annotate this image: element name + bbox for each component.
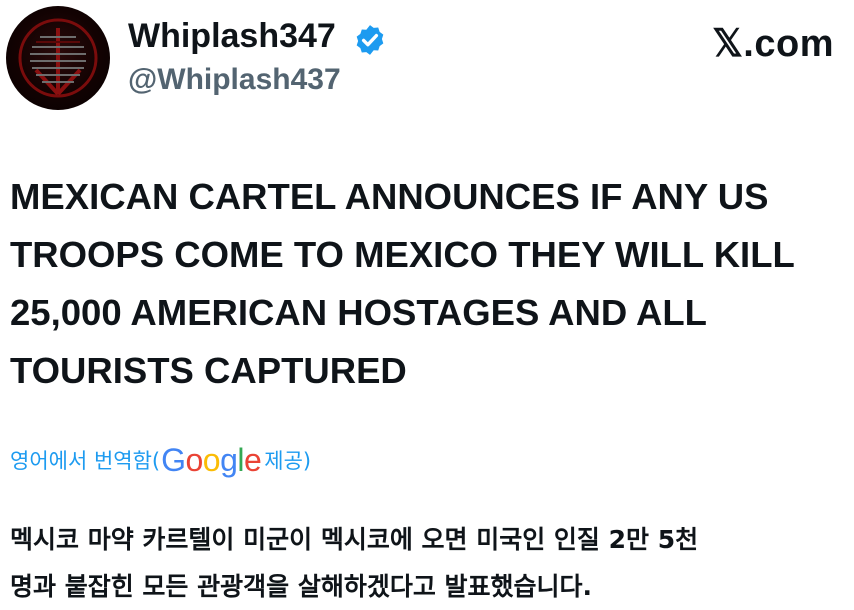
tweet-text: MEXICAN CARTEL ANNOUNCES IF ANY US TROOP… bbox=[10, 176, 795, 391]
display-name[interactable]: Whiplash347 bbox=[128, 14, 336, 58]
avatar[interactable] bbox=[6, 6, 110, 110]
tweet-card: Whiplash347 @Whiplash437 𝕏.com MEXICAN C… bbox=[0, 0, 854, 605]
google-logo-letter: G bbox=[161, 441, 186, 478]
google-logo-letter: o bbox=[202, 441, 221, 478]
x-logo: 𝕏.com bbox=[712, 23, 834, 65]
translated-tweet-text: 멕시코 마약 카르텔이 미군이 멕시코에 오면 미국인 인질 2만 5천 명과 … bbox=[10, 525, 699, 601]
google-logo-letter: l bbox=[237, 441, 244, 478]
translate-label-suffix: 제공) bbox=[264, 449, 312, 473]
verified-badge-icon bbox=[356, 25, 384, 55]
google-logo-letter: o bbox=[185, 441, 204, 478]
avatar-image bbox=[18, 18, 98, 98]
google-logo-letter: g bbox=[220, 441, 238, 478]
translated-from-link[interactable]: 영어에서 번역함( Google 제공) bbox=[10, 438, 311, 482]
google-logo: Google bbox=[161, 441, 262, 479]
translate-label-prefix: 영어에서 번역함( bbox=[10, 449, 161, 473]
user-handle[interactable]: @Whiplash437 bbox=[128, 58, 341, 102]
google-logo-letter: e bbox=[244, 441, 262, 478]
